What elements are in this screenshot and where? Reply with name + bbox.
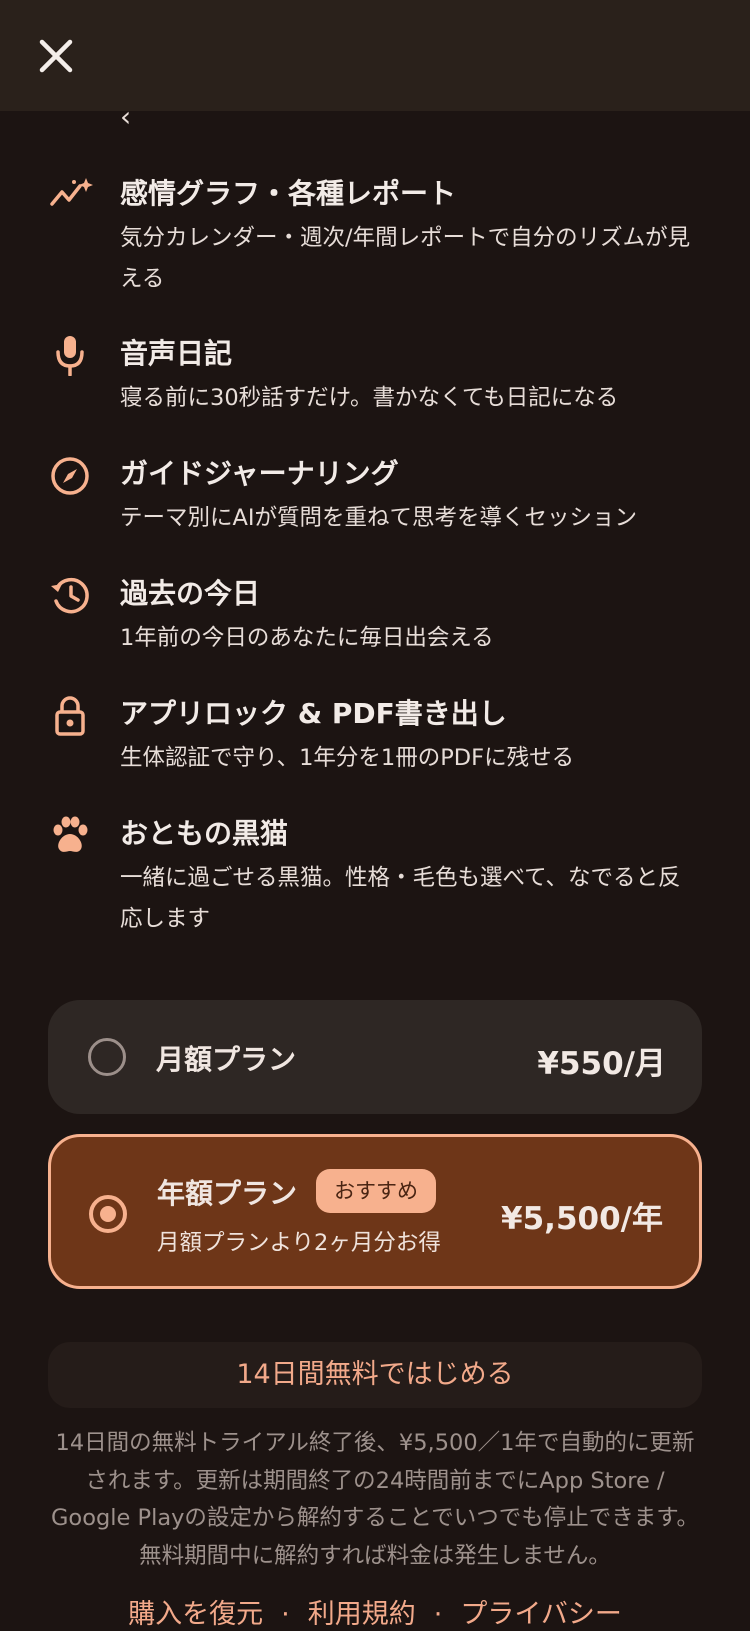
plan-price: ¥5,500/年 [501, 1201, 663, 1237]
feature-title: 過去の今日 [120, 577, 261, 610]
radio-unselected-icon[interactable] [88, 1038, 126, 1076]
close-button[interactable] [36, 36, 76, 76]
separator: · [281, 1599, 290, 1630]
feature-description: 寝る前に30秒話すだけ。書かなくても日記になる [120, 385, 619, 411]
feature-title: 音声日記 [120, 337, 233, 370]
legal-notice: 14日間の無料トライアル終了後、¥5,500／1年で自動的に更新されます。更新は… [51, 1430, 699, 1569]
history-icon [50, 576, 90, 616]
terms-link[interactable]: 利用規約 [308, 1599, 416, 1630]
privacy-link[interactable]: プライバシー [460, 1599, 621, 1630]
footer-links: 購入を復元 · 利用規約 · プライバシー [0, 1592, 750, 1631]
feature-title: 感情グラフ・各種レポート [120, 177, 457, 210]
plan-price: ¥550/月 [537, 1046, 666, 1082]
feature-description: 一緒に過ごせる黒猫。性格・毛色も選べて、なでると反応します [120, 865, 681, 932]
feature-description: 生体認証で守り、1年分を1冊のPDFに残せる [120, 745, 575, 771]
feature-description: テーマ別にAIが質問を重ねて思考を導くセッション [120, 505, 638, 531]
feature-title: ガイドジャーナリング [120, 457, 399, 490]
plan-name: 年額プラン [157, 1177, 298, 1210]
plan-subtitle: 月額プランより2ヶ月分お得 [157, 1230, 441, 1256]
radio-selected-icon[interactable] [89, 1195, 127, 1233]
close-icon [39, 39, 73, 73]
separator: · [433, 1599, 443, 1630]
paw-icon [50, 816, 90, 856]
plan-option-yearly[interactable]: 年額プラン おすすめ 月額プランより2ヶ月分お得 ¥5,500/年 [48, 1134, 702, 1289]
chevron-left-icon[interactable]: ‹ [120, 100, 131, 133]
microphone-icon [50, 336, 90, 376]
recommended-badge: おすすめ [316, 1169, 436, 1213]
lock-icon [50, 696, 90, 736]
feature-title: アプリロック & PDF書き出し [120, 697, 507, 730]
top-bar [0, 0, 750, 111]
feature-description: 気分カレンダー・週次/年間レポートで自分のリズムが見える [120, 225, 691, 292]
restore-purchase-link[interactable]: 購入を復元 [128, 1599, 263, 1630]
plan-name: 月額プラン [156, 1043, 297, 1076]
feature-description: 1年前の今日のあなたに毎日出会える [120, 625, 494, 651]
sparkle-chart-icon [50, 176, 93, 216]
plan-option-monthly[interactable]: 月額プラン ¥550/月 [48, 1000, 702, 1114]
start-free-trial-button[interactable]: 14日間無料ではじめる [48, 1342, 702, 1408]
feature-title: おともの黒猫 [120, 817, 289, 850]
compass-icon [50, 456, 90, 496]
